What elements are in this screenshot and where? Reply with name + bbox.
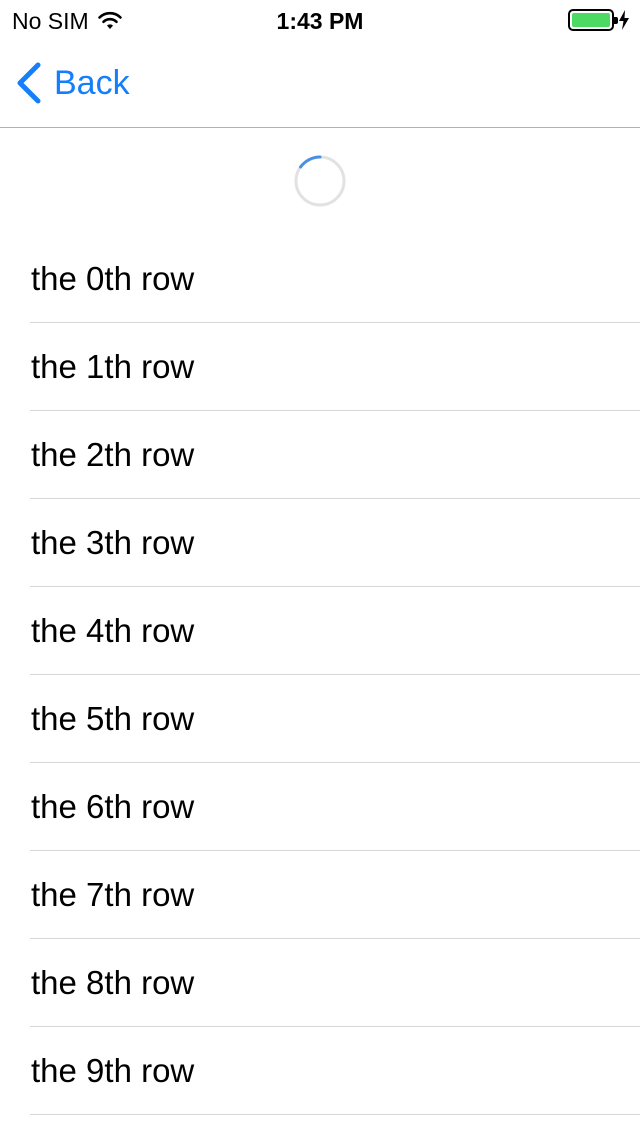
back-label: Back [54,64,130,102]
row-label: the 2th row [31,436,195,473]
row-label: the 7th row [31,876,195,913]
row-label: the 5th row [31,700,195,737]
table-view[interactable]: the 0th row the 1th row the 2th row the 3th… [0,235,640,1115]
table-row[interactable]: the 9th row [0,1027,640,1115]
battery-icon [568,9,618,31]
table-row[interactable]: the 2th row [0,411,640,499]
table-row[interactable]: the 1th row [0,323,640,411]
row-label: the 4th row [31,612,195,649]
activity-spinner-icon [294,155,346,207]
table-row[interactable]: the 5th row [0,675,640,763]
table-row[interactable]: the 0th row [0,235,640,323]
battery-level-fill [572,13,610,27]
row-separator [30,1114,640,1115]
pull-to-refresh-area [0,129,640,235]
status-time: 1:43 PM [276,8,364,34]
row-label: the 3th row [31,524,195,561]
lightning-bolt-icon [619,10,629,30]
table-row[interactable]: the 4th row [0,587,640,675]
table-row[interactable]: the 8th row [0,939,640,1027]
battery-tip [614,17,618,24]
table-row[interactable]: the 6th row [0,763,640,851]
row-label: the 9th row [31,1052,195,1089]
row-label: the 6th row [31,788,195,825]
row-label: the 1th row [31,348,195,385]
row-label: the 0th row [31,260,195,297]
status-bar: No SIM 1:43 PM [0,0,640,40]
table-row[interactable]: the 7th row [0,851,640,939]
battery-indicator [568,9,630,31]
chevron-left-icon [17,62,41,104]
table-row[interactable]: the 3th row [0,499,640,587]
back-button[interactable]: Back [14,62,130,104]
row-label: the 8th row [31,964,195,1001]
navigation-bar: Back [0,40,640,128]
